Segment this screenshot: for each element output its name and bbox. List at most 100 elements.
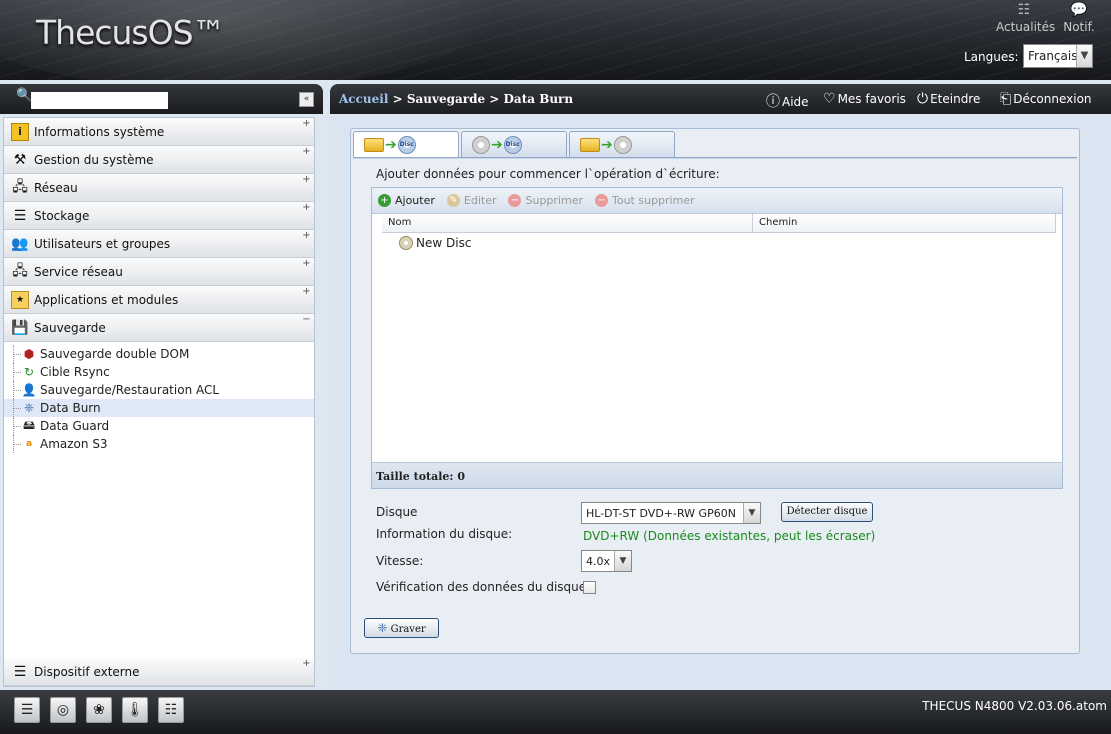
menu-category-system[interactable]: ⚒ Gestion du système + — [4, 146, 314, 174]
menu-category-label: Gestion du système — [34, 152, 154, 167]
folder-icon — [364, 138, 384, 152]
add-label: Ajouter — [395, 194, 435, 207]
edit-button[interactable]: ✎ Editer — [446, 194, 497, 207]
expand-icon[interactable]: + — [301, 287, 312, 298]
shutdown-link[interactable]: ⏻ Eteindre — [917, 91, 980, 107]
sidebar-item-acl[interactable]: 👤 Sauvegarde/Restauration ACL — [4, 381, 314, 399]
network-status-icon[interactable]: ☷ — [158, 697, 184, 723]
table-row[interactable]: New Disc — [399, 236, 1062, 250]
folder-icon — [580, 137, 600, 152]
expand-icon[interactable]: + — [301, 147, 312, 158]
power-icon: ⏻ — [917, 91, 929, 107]
add-button[interactable]: + Ajouter — [378, 194, 435, 207]
server-status-icon[interactable]: ☰ — [14, 697, 40, 723]
sidebar-item-data-guard[interactable]: 🖴 Data Guard — [4, 417, 314, 435]
add-icon: + — [378, 194, 391, 207]
edit-label: Editer — [463, 194, 497, 207]
rss-icon: ☷ — [1017, 2, 1031, 18]
chevron-down-icon: ▼ — [614, 551, 631, 571]
language-select[interactable]: Français ▼ — [1023, 44, 1093, 68]
speed-select[interactable]: 4.0x ▼ — [581, 550, 632, 572]
favorites-link[interactable]: ♡ Mes favoris — [823, 91, 906, 107]
menu-category-label: Utilisateurs et groupes — [34, 236, 171, 251]
menu-category-label: Stockage — [34, 208, 90, 223]
sidebar-item-label: Data Burn — [40, 401, 101, 415]
tab-files-to-image[interactable]: ➔ — [569, 131, 675, 157]
fan-status-icon[interactable]: ❀ — [86, 697, 112, 723]
disk-status-icon[interactable]: ◎ — [50, 697, 76, 723]
verify-label: Vérification des données du disque: — [376, 580, 591, 594]
sidebar-item-label: Data Guard — [40, 419, 110, 433]
chevron-down-icon: ▼ — [1076, 45, 1092, 67]
menu-category-info[interactable]: i Informations système + — [4, 118, 314, 146]
speed-value: 4.0x — [586, 555, 611, 568]
dom-icon: ⬢ — [23, 347, 35, 361]
expand-icon[interactable]: + — [301, 119, 312, 130]
menu-category-apps[interactable]: ★ Applications et modules + — [4, 286, 314, 314]
notif-button[interactable]: 💬 Notif. — [1059, 2, 1099, 34]
sidebar-item-label: Amazon S3 — [40, 437, 108, 451]
arrow-right-icon: ➔ — [385, 137, 397, 153]
disc-icon: Disc — [397, 136, 416, 154]
column-path[interactable]: Chemin — [753, 214, 1056, 232]
breadcrumb-home[interactable]: Accueil — [339, 92, 388, 106]
disk-select[interactable]: HL-DT-ST DVD+-RW GP60N ▼ — [581, 502, 761, 524]
menu-category-users[interactable]: 👥 Utilisateurs et groupes + — [4, 230, 314, 258]
shutdown-label: Eteindre — [930, 92, 981, 106]
menu-category-label: Dispositif externe — [34, 664, 140, 679]
chevron-down-icon: ▼ — [743, 503, 760, 523]
breadcrumb: Accueil > Sauvegarde > Data Burn — [339, 92, 573, 106]
delete-all-icon: − — [595, 194, 608, 207]
sidebar-item-label: Sauvegarde double DOM — [40, 347, 190, 361]
menu-category-label: Applications et modules — [34, 292, 179, 307]
expand-icon[interactable]: + — [301, 659, 312, 670]
delete-button[interactable]: − Supprimer — [508, 194, 583, 207]
logout-icon: ⎗ — [1000, 91, 1012, 107]
news-button[interactable]: ☷ Actualités — [996, 2, 1055, 34]
image-disc-icon — [613, 135, 632, 154]
amazon-icon: a — [25, 439, 33, 449]
network-icon: 🖧 — [12, 178, 28, 195]
burn-icon: ❈ — [377, 621, 388, 635]
total-size: Taille totale: 0 — [372, 462, 1062, 488]
arrow-right-icon: ➔ — [601, 136, 613, 153]
heart-icon: ♡ — [823, 91, 836, 107]
detect-disk-button[interactable]: Détecter disque — [781, 502, 873, 522]
logout-link[interactable]: ⎗ Déconnexion — [1000, 91, 1092, 107]
row-name: New Disc — [416, 236, 472, 250]
menu-category-storage[interactable]: ☰ Stockage + — [4, 202, 314, 230]
menu-category-backup[interactable]: 💾 Sauvegarde − — [4, 314, 314, 342]
disk-info-label: Information du disque: — [376, 527, 513, 541]
guard-icon: 🖴 — [22, 417, 36, 432]
content-area: ➔ Disc ➔ Disc ➔ Ajouter données pour comme… — [330, 116, 1111, 687]
delete-label: Supprimer — [525, 194, 583, 207]
expand-icon[interactable]: + — [301, 175, 312, 186]
data-burn-panel: ➔ Disc ➔ Disc ➔ Ajouter données pour comme… — [350, 128, 1080, 654]
disk-info-value: DVD+RW (Données existantes, peut les écr… — [583, 529, 876, 543]
collapse-icon[interactable]: − — [301, 315, 312, 326]
logo: ThecusOS™ — [36, 13, 226, 52]
sidebar-item-amazon-s3[interactable]: a Amazon S3 — [4, 435, 314, 453]
tab-files-to-disc[interactable]: ➔ Disc — [353, 131, 459, 158]
tab-image-to-disc[interactable]: ➔ Disc — [461, 131, 567, 157]
sidebar-item-rsync[interactable]: ↻ Cible Rsync — [4, 363, 314, 381]
expand-icon[interactable]: + — [301, 259, 312, 270]
disc-icon: Disc — [503, 135, 522, 154]
temperature-icon[interactable]: 🌡 — [122, 697, 148, 723]
burn-button[interactable]: ❈ Graver — [364, 618, 439, 638]
help-link[interactable]: ⓘ Aide — [766, 91, 809, 111]
delete-all-button[interactable]: − Tout supprimer — [595, 194, 695, 207]
column-name[interactable]: Nom — [382, 214, 753, 232]
menu-category-network-service[interactable]: 🖧 Service réseau + — [4, 258, 314, 286]
menu-search-input[interactable] — [31, 92, 168, 109]
sidebar-item-data-burn[interactable]: ❈ Data Burn — [4, 399, 314, 417]
collapse-sidebar-icon[interactable]: « — [299, 92, 314, 107]
verify-checkbox[interactable] — [583, 581, 596, 594]
favorites-label: Mes favoris — [837, 92, 906, 106]
expand-icon[interactable]: + — [301, 231, 312, 242]
sidebar-item-double-dom[interactable]: ⬢ Sauvegarde double DOM — [4, 345, 314, 363]
menu-category-network[interactable]: 🖧 Réseau + — [4, 174, 314, 202]
expand-icon[interactable]: + — [301, 203, 312, 214]
speed-label: Vitesse: — [376, 554, 424, 568]
menu-category-external[interactable]: ☰ Dispositif externe + — [4, 658, 314, 686]
